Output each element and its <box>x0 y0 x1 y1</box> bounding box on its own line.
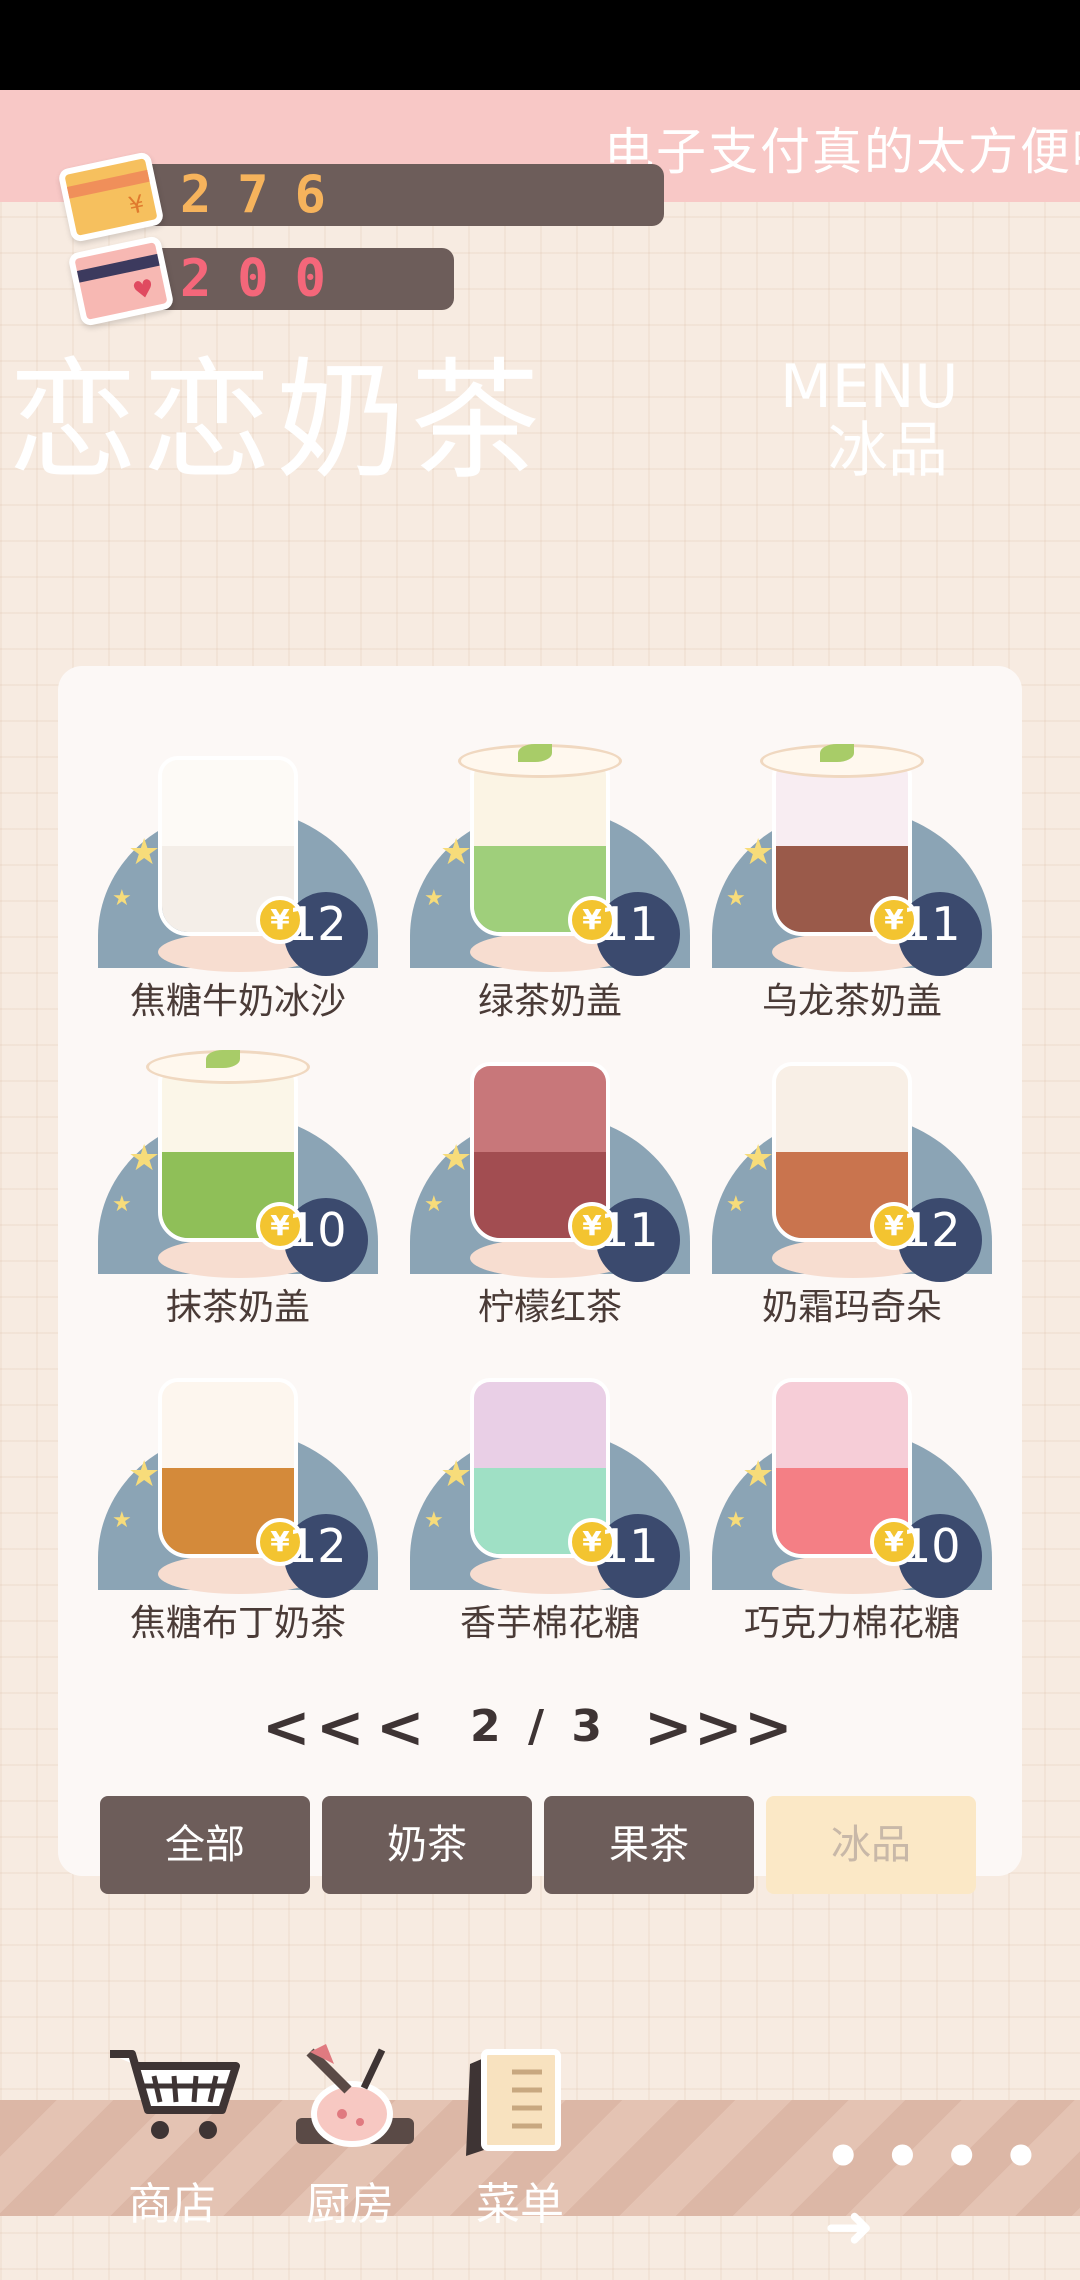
menu-item[interactable]: ★ ★ ¥12 奶霜玛奇朵 <box>702 1022 1002 1328</box>
nav-shop-label[interactable]: 商店 <box>128 2168 216 2232</box>
star-icon: ★ <box>112 1508 132 1533</box>
page-current: 2 <box>470 1701 507 1752</box>
money-value: 276 <box>180 165 352 225</box>
nav-kitchen-label[interactable]: 厨房 <box>306 2168 394 2232</box>
leaf-icon <box>518 744 552 762</box>
last-page-icon[interactable]: > <box>744 1692 793 1762</box>
menu-category-label: 冰品 <box>828 416 948 486</box>
kitchen-pot-icon[interactable] <box>290 2038 420 2158</box>
item-name: 香芋棉花糖 <box>459 1603 640 1644</box>
tab-all[interactable]: 全部 <box>100 1796 310 1894</box>
star-icon: ★ <box>726 1508 746 1533</box>
next-page-icon[interactable]: > <box>644 1692 693 1762</box>
item-name: 绿茶奶盖 <box>477 981 622 1022</box>
menu-item[interactable]: ★ ★ ¥11 乌龙茶奶盖 <box>702 716 1002 1022</box>
star-icon: ★ <box>424 1192 444 1217</box>
prev-page-icon[interactable]: < <box>376 1692 425 1762</box>
item-name: 奶霜玛奇朵 <box>761 1287 942 1328</box>
leaf-icon <box>820 744 854 762</box>
next-fast-icon[interactable]: > <box>694 1692 743 1762</box>
star-icon: ★ <box>742 832 775 873</box>
menu-book-icon[interactable] <box>460 2044 570 2164</box>
star-icon: ★ <box>440 1454 473 1495</box>
star-icon: ★ <box>440 1138 473 1179</box>
menu-item[interactable]: ★ ★ ¥11 柠檬红茶 <box>400 1022 700 1328</box>
item-name: 焦糖布丁奶茶 <box>129 1603 346 1644</box>
tab-ice-drinks[interactable]: 冰品 <box>766 1796 976 1894</box>
money-counter: 276 <box>140 164 664 226</box>
menu-item[interactable]: ★ ★ ¥12 焦糖牛奶冰沙 <box>88 716 388 1022</box>
pagination: < < < 2 / 3 > > > <box>0 1692 1080 1762</box>
menu-item[interactable]: ★ ★ ¥10 巧克力棉花糖 <box>702 1338 1002 1644</box>
item-price: 10 <box>902 1519 961 1573</box>
star-icon: ★ <box>128 1138 161 1179</box>
tab-fruit-tea[interactable]: 果茶 <box>544 1796 754 1894</box>
tab-milk-tea[interactable]: 奶茶 <box>322 1796 532 1894</box>
item-price: 11 <box>600 1519 659 1573</box>
nav-menu-label[interactable]: 菜单 <box>476 2168 564 2232</box>
star-icon: ★ <box>128 1454 161 1495</box>
shop-title: 恋恋奶茶 <box>8 345 545 497</box>
menu-item[interactable]: ★ ★ ¥11 绿茶奶盖 <box>400 716 700 1022</box>
star-icon: ★ <box>112 1192 132 1217</box>
star-icon: ★ <box>128 832 161 873</box>
item-name: 柠檬红茶 <box>477 1287 622 1328</box>
first-page-icon[interactable]: < <box>262 1692 311 1762</box>
item-name: 乌龙茶奶盖 <box>761 981 942 1022</box>
item-price: 11 <box>600 1203 659 1257</box>
page-total: 3 <box>571 1701 608 1752</box>
page-separator: / <box>527 1701 551 1752</box>
page-indicator: 2 / 3 <box>470 1692 608 1762</box>
star-icon: ★ <box>440 832 473 873</box>
item-name: 焦糖牛奶冰沙 <box>129 981 346 1022</box>
menu-item[interactable]: ★ ★ ¥12 焦糖布丁奶茶 <box>88 1338 388 1644</box>
item-price: 11 <box>600 897 659 951</box>
heart-counter: 200 <box>150 248 454 310</box>
star-icon: ★ <box>424 1508 444 1533</box>
item-name: 巧克力棉花糖 <box>743 1603 960 1644</box>
leaf-icon <box>206 1050 240 1068</box>
status-bar <box>0 0 1080 90</box>
menu-item[interactable]: ★ ★ ¥10 抹茶奶盖 <box>88 1022 388 1328</box>
heart-card-icon: ♥ <box>67 235 175 327</box>
next-scene-arrow-icon[interactable]: • • • • ➜ <box>824 2122 1080 2262</box>
item-price: 10 <box>288 1203 347 1257</box>
announcement-text: 电子支付真的太方便啦 <box>604 123 1080 181</box>
star-icon: ★ <box>726 886 746 911</box>
star-icon: ★ <box>726 1192 746 1217</box>
item-price: 12 <box>288 897 347 951</box>
menu-label: MENU <box>780 352 959 422</box>
heart-value: 200 <box>180 249 352 309</box>
item-name: 抹茶奶盖 <box>165 1287 310 1328</box>
item-price: 12 <box>288 1519 347 1573</box>
item-price: 12 <box>902 1203 961 1257</box>
star-icon: ★ <box>112 886 132 911</box>
menu-item[interactable]: ★ ★ ¥11 香芋棉花糖 <box>400 1338 700 1644</box>
prev-fast-icon[interactable]: < <box>316 1692 365 1762</box>
star-icon: ★ <box>424 886 444 911</box>
star-icon: ★ <box>742 1138 775 1179</box>
item-price: 11 <box>902 897 961 951</box>
cart-icon[interactable] <box>104 2040 244 2150</box>
star-icon: ★ <box>742 1454 775 1495</box>
